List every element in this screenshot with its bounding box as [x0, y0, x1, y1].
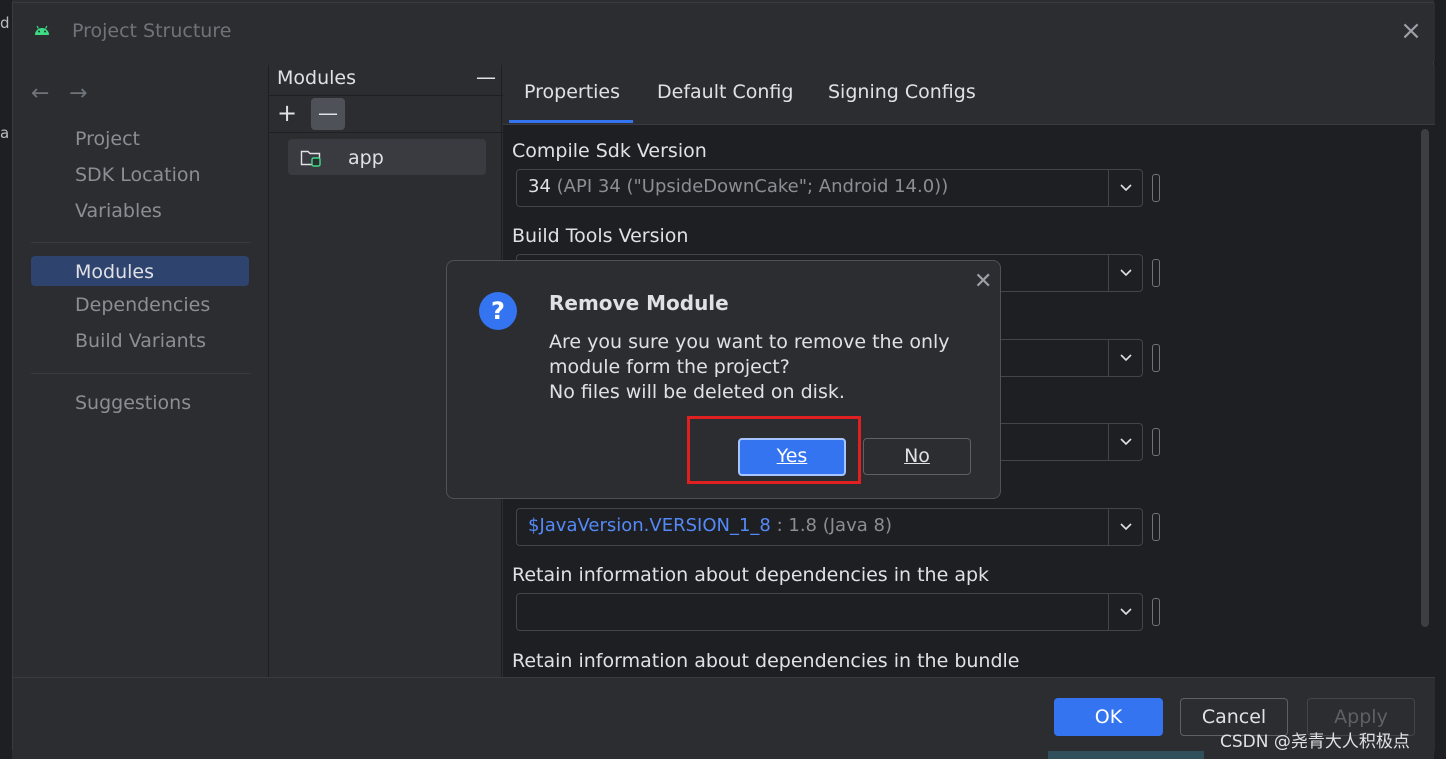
build-tools-label: Build Tools Version — [512, 225, 689, 247]
variable-toggle[interactable] — [1152, 598, 1160, 626]
module-folder-icon — [300, 150, 321, 167]
combo-divider — [1108, 170, 1109, 206]
module-item-label: app — [348, 147, 384, 169]
vertical-scrollbar[interactable] — [1421, 129, 1429, 627]
dialog-close-icon[interactable]: ✕ — [974, 269, 992, 294]
background-editor-left: d a — [0, 0, 12, 759]
watermark: CSDN @尧青大人积极点 — [1220, 732, 1410, 752]
nav-item-project[interactable]: Project — [75, 128, 140, 150]
variable-toggle[interactable] — [1152, 174, 1160, 202]
title-bar: Project Structure × — [13, 3, 1435, 61]
variable-toggle[interactable] — [1152, 513, 1160, 541]
tab-properties[interactable]: Properties — [524, 81, 620, 103]
window-close-icon[interactable]: × — [1399, 18, 1423, 44]
nav-divider — [31, 373, 251, 374]
tab-default-config[interactable]: Default Config — [657, 81, 793, 103]
active-tab-indicator — [509, 120, 633, 123]
combo-divider — [1108, 255, 1109, 291]
tab-signing-configs[interactable]: Signing Configs — [828, 81, 976, 103]
back-arrow-icon[interactable]: ← — [31, 81, 69, 106]
divider — [269, 132, 503, 133]
nav-item-variables[interactable]: Variables — [75, 200, 162, 222]
dialog-message-line: Are you sure you want to remove the only — [549, 331, 950, 353]
nav-history: ← → — [31, 81, 107, 106]
bg-glyph: a — [0, 124, 10, 142]
compile-sdk-label: Compile Sdk Version — [512, 140, 707, 162]
combo-text: $JavaVersion.VERSION_1_8 : 1.8 (Java 8) — [528, 515, 892, 536]
remove-module-dialog: ✕ ? Remove Module Are you sure you want … — [446, 260, 1001, 499]
dialog-title: Remove Module — [549, 291, 729, 315]
chevron-down-icon[interactable] — [1115, 430, 1137, 452]
tab-bar: Properties Default Config Signing Config… — [503, 65, 1435, 125]
nav-item-dependencies[interactable]: Dependencies — [75, 294, 210, 316]
deps-apk-combo[interactable] — [516, 593, 1143, 631]
window-title: Project Structure — [72, 20, 232, 42]
bg-glyph: d — [0, 14, 10, 32]
add-module-icon[interactable]: + — [277, 101, 297, 125]
android-icon — [35, 25, 49, 35]
combo-divider — [1108, 594, 1109, 630]
combo-divider — [1108, 424, 1109, 460]
chevron-down-icon[interactable] — [1115, 176, 1137, 198]
divider — [269, 95, 503, 96]
combo-text: 34 (API 34 ("UpsideDownCake"; Android 14… — [528, 176, 948, 197]
combo-divider — [1108, 509, 1109, 545]
compile-sdk-combo[interactable]: 34 (API 34 ("UpsideDownCake"; Android 14… — [516, 169, 1143, 207]
ok-button[interactable]: OK — [1054, 698, 1163, 736]
chevron-down-icon[interactable] — [1115, 600, 1137, 622]
yes-label: Yes — [776, 445, 808, 467]
yes-button[interactable]: Yes — [738, 438, 846, 476]
deps-apk-label: Retain information about dependencies in… — [512, 564, 990, 586]
chevron-down-icon[interactable] — [1115, 346, 1137, 368]
combo-divider — [1108, 340, 1109, 376]
background-editor-right — [1434, 0, 1446, 759]
dialog-message-line: module form the project? — [549, 356, 790, 378]
no-label: No — [904, 445, 930, 467]
nav-item-build-variants[interactable]: Build Variants — [75, 330, 206, 352]
java-version-hint: : 1.8 (Java 8) — [776, 515, 892, 536]
deps-bundle-label: Retain information about dependencies in… — [512, 650, 1020, 672]
collapse-icon[interactable]: — — [476, 65, 496, 89]
forward-arrow-icon[interactable]: → — [69, 81, 107, 106]
remove-module-icon[interactable]: — — [311, 98, 345, 130]
variable-toggle[interactable] — [1152, 259, 1160, 287]
java-version-value: $JavaVersion.VERSION_1_8 — [528, 515, 771, 536]
compile-sdk-value: 34 — [528, 176, 551, 197]
variable-toggle[interactable] — [1152, 344, 1160, 372]
nav-divider — [31, 242, 251, 243]
chevron-down-icon[interactable] — [1115, 515, 1137, 537]
nav-item-sdk-location[interactable]: SDK Location — [75, 164, 201, 186]
left-navigation: ← → Project SDK Location Variables Module… — [13, 65, 268, 677]
question-icon: ? — [479, 292, 517, 330]
nav-item-modules[interactable]: Modules — [75, 261, 154, 283]
dialog-message-line: No files will be deleted on disk. — [549, 381, 845, 403]
nav-item-suggestions[interactable]: Suggestions — [75, 392, 191, 414]
chevron-down-icon[interactable] — [1115, 261, 1137, 283]
variable-toggle[interactable] — [1152, 428, 1160, 456]
compile-sdk-hint: (API 34 ("UpsideDownCake"; Android 14.0)… — [556, 176, 949, 197]
modules-header: Modules — [277, 67, 356, 89]
no-button[interactable]: No — [863, 438, 971, 475]
java-version-combo[interactable]: $JavaVersion.VERSION_1_8 : 1.8 (Java 8) — [516, 508, 1143, 546]
